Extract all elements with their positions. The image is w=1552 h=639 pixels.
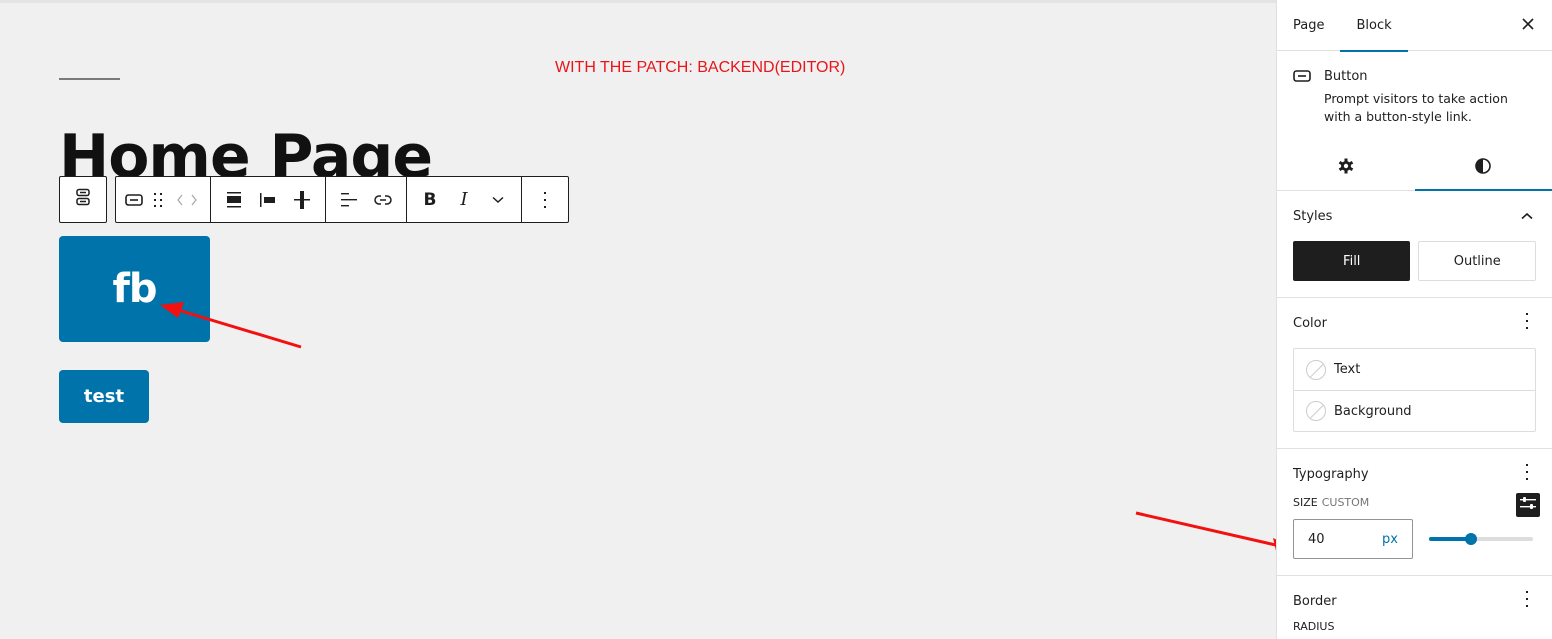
tab-block[interactable]: Block	[1340, 0, 1408, 52]
toolbar-group-text	[326, 177, 407, 222]
toolbar-group-block	[116, 177, 211, 222]
sidebar-tabs: Page Block	[1277, 0, 1552, 52]
close-sidebar-button[interactable]	[1518, 16, 1538, 36]
more-format-button[interactable]	[481, 182, 515, 218]
toolbar-group-alignment	[211, 177, 326, 222]
select-parent-button[interactable]	[59, 176, 107, 223]
gear-icon	[1338, 158, 1354, 178]
bold-button[interactable]: B	[413, 182, 447, 218]
justify-button[interactable]	[217, 182, 251, 218]
style-fill-button[interactable]: Fill	[1293, 241, 1411, 281]
border-title: Border	[1293, 593, 1337, 609]
fb-button-block[interactable]: fb	[59, 236, 210, 342]
color-text-item[interactable]: Text	[1294, 349, 1535, 390]
color-background-item[interactable]: Background	[1294, 390, 1535, 431]
border-options-button[interactable]	[1518, 591, 1536, 611]
color-panel: Color Text Background	[1277, 298, 1552, 449]
vertical-align-icon	[294, 190, 310, 209]
border-panel: Border RADIUS	[1277, 576, 1552, 633]
more-options-icon	[1525, 313, 1529, 333]
editor-canvas: WITH THE PATCH: BACKEND(EDITOR) Home Pag…	[0, 0, 1276, 639]
font-size-field: px	[1293, 519, 1413, 559]
text-align-icon	[341, 192, 357, 208]
color-options-button[interactable]	[1518, 313, 1536, 333]
bold-icon: B	[423, 189, 437, 210]
block-name: Button	[1324, 69, 1368, 84]
block-description: Prompt visitors to take action with a bu…	[1324, 91, 1508, 124]
toolbar-main: B I	[115, 176, 569, 223]
radius-label: RADIUS	[1293, 620, 1335, 633]
block-card: Button Prompt visitors to take action wi…	[1277, 51, 1552, 126]
separator-block[interactable]	[59, 78, 120, 80]
block-toolbar: B I	[59, 176, 569, 223]
chevron-down-icon	[492, 196, 504, 204]
size-mode-text: CUSTOM	[1321, 495, 1370, 509]
button-block-icon	[1293, 69, 1324, 126]
tab-block-label: Block	[1356, 17, 1392, 33]
more-options-icon	[543, 191, 547, 208]
options-button[interactable]	[528, 182, 562, 218]
drag-handle[interactable]	[146, 182, 170, 218]
justify-icon	[226, 191, 242, 208]
test-button-block[interactable]: test	[59, 370, 149, 423]
font-size-slider[interactable]	[1429, 531, 1533, 547]
italic-button[interactable]: I	[447, 182, 481, 218]
tab-page-label: Page	[1293, 17, 1325, 33]
toolbar-group-options	[522, 177, 568, 222]
block-type-button[interactable]	[122, 182, 146, 218]
empty-swatch-icon	[1306, 359, 1326, 380]
more-options-icon	[1525, 591, 1529, 611]
chevron-up-icon	[1521, 209, 1533, 224]
custom-size-toggle[interactable]	[1516, 493, 1540, 517]
styles-title: Styles	[1293, 208, 1333, 224]
patch-annotation: WITH THE PATCH: BACKEND(EDITOR)	[555, 59, 846, 76]
styles-panel-toggle[interactable]: Styles	[1293, 191, 1536, 241]
color-title: Color	[1293, 315, 1327, 331]
move-buttons[interactable]	[170, 182, 204, 218]
typography-options-button[interactable]	[1518, 464, 1536, 484]
more-options-icon	[1525, 464, 1529, 484]
unit-select[interactable]: px	[1382, 532, 1398, 547]
contrast-icon	[1475, 158, 1492, 178]
close-icon	[1522, 18, 1534, 34]
drag-handle-icon	[154, 192, 162, 207]
tab-styles[interactable]	[1414, 146, 1552, 191]
settings-sidebar: Page Block Button Prompt visitors to tak…	[1276, 0, 1552, 639]
vertical-align-button[interactable]	[285, 182, 319, 218]
font-size-label: SIZE CUSTOM	[1293, 493, 1536, 511]
settings-sliders-icon	[1520, 496, 1536, 514]
empty-swatch-icon	[1306, 401, 1326, 421]
button-block-icon	[125, 193, 143, 206]
typography-panel: Typography SIZE CUSTOM px	[1277, 449, 1552, 576]
link-button[interactable]	[366, 182, 400, 218]
color-background-label: Background	[1334, 403, 1412, 419]
align-left-icon	[260, 192, 276, 208]
slider-thumb[interactable]	[1464, 533, 1477, 545]
size-label-text: SIZE	[1293, 495, 1318, 509]
color-text-label: Text	[1334, 362, 1361, 377]
styles-panel: Styles Fill Outline	[1277, 191, 1552, 298]
styles-collapse-button[interactable]	[1518, 207, 1536, 225]
text-align-button[interactable]	[332, 182, 366, 218]
italic-icon: I	[460, 189, 468, 210]
font-size-input[interactable]	[1308, 531, 1358, 547]
toolbar-group-format: B I	[407, 177, 522, 222]
color-list: Text Background	[1293, 348, 1536, 432]
inspector-tabs	[1277, 146, 1552, 191]
style-outline-button[interactable]: Outline	[1418, 241, 1536, 281]
buttons-parent-icon	[76, 188, 90, 211]
typography-title: Typography	[1293, 466, 1369, 482]
move-arrows-icon	[176, 193, 198, 207]
align-left-button[interactable]	[251, 182, 285, 218]
link-icon	[374, 194, 392, 206]
tab-page[interactable]: Page	[1277, 0, 1340, 51]
page-title[interactable]: Home Page	[59, 119, 432, 180]
tab-settings[interactable]	[1277, 146, 1415, 190]
